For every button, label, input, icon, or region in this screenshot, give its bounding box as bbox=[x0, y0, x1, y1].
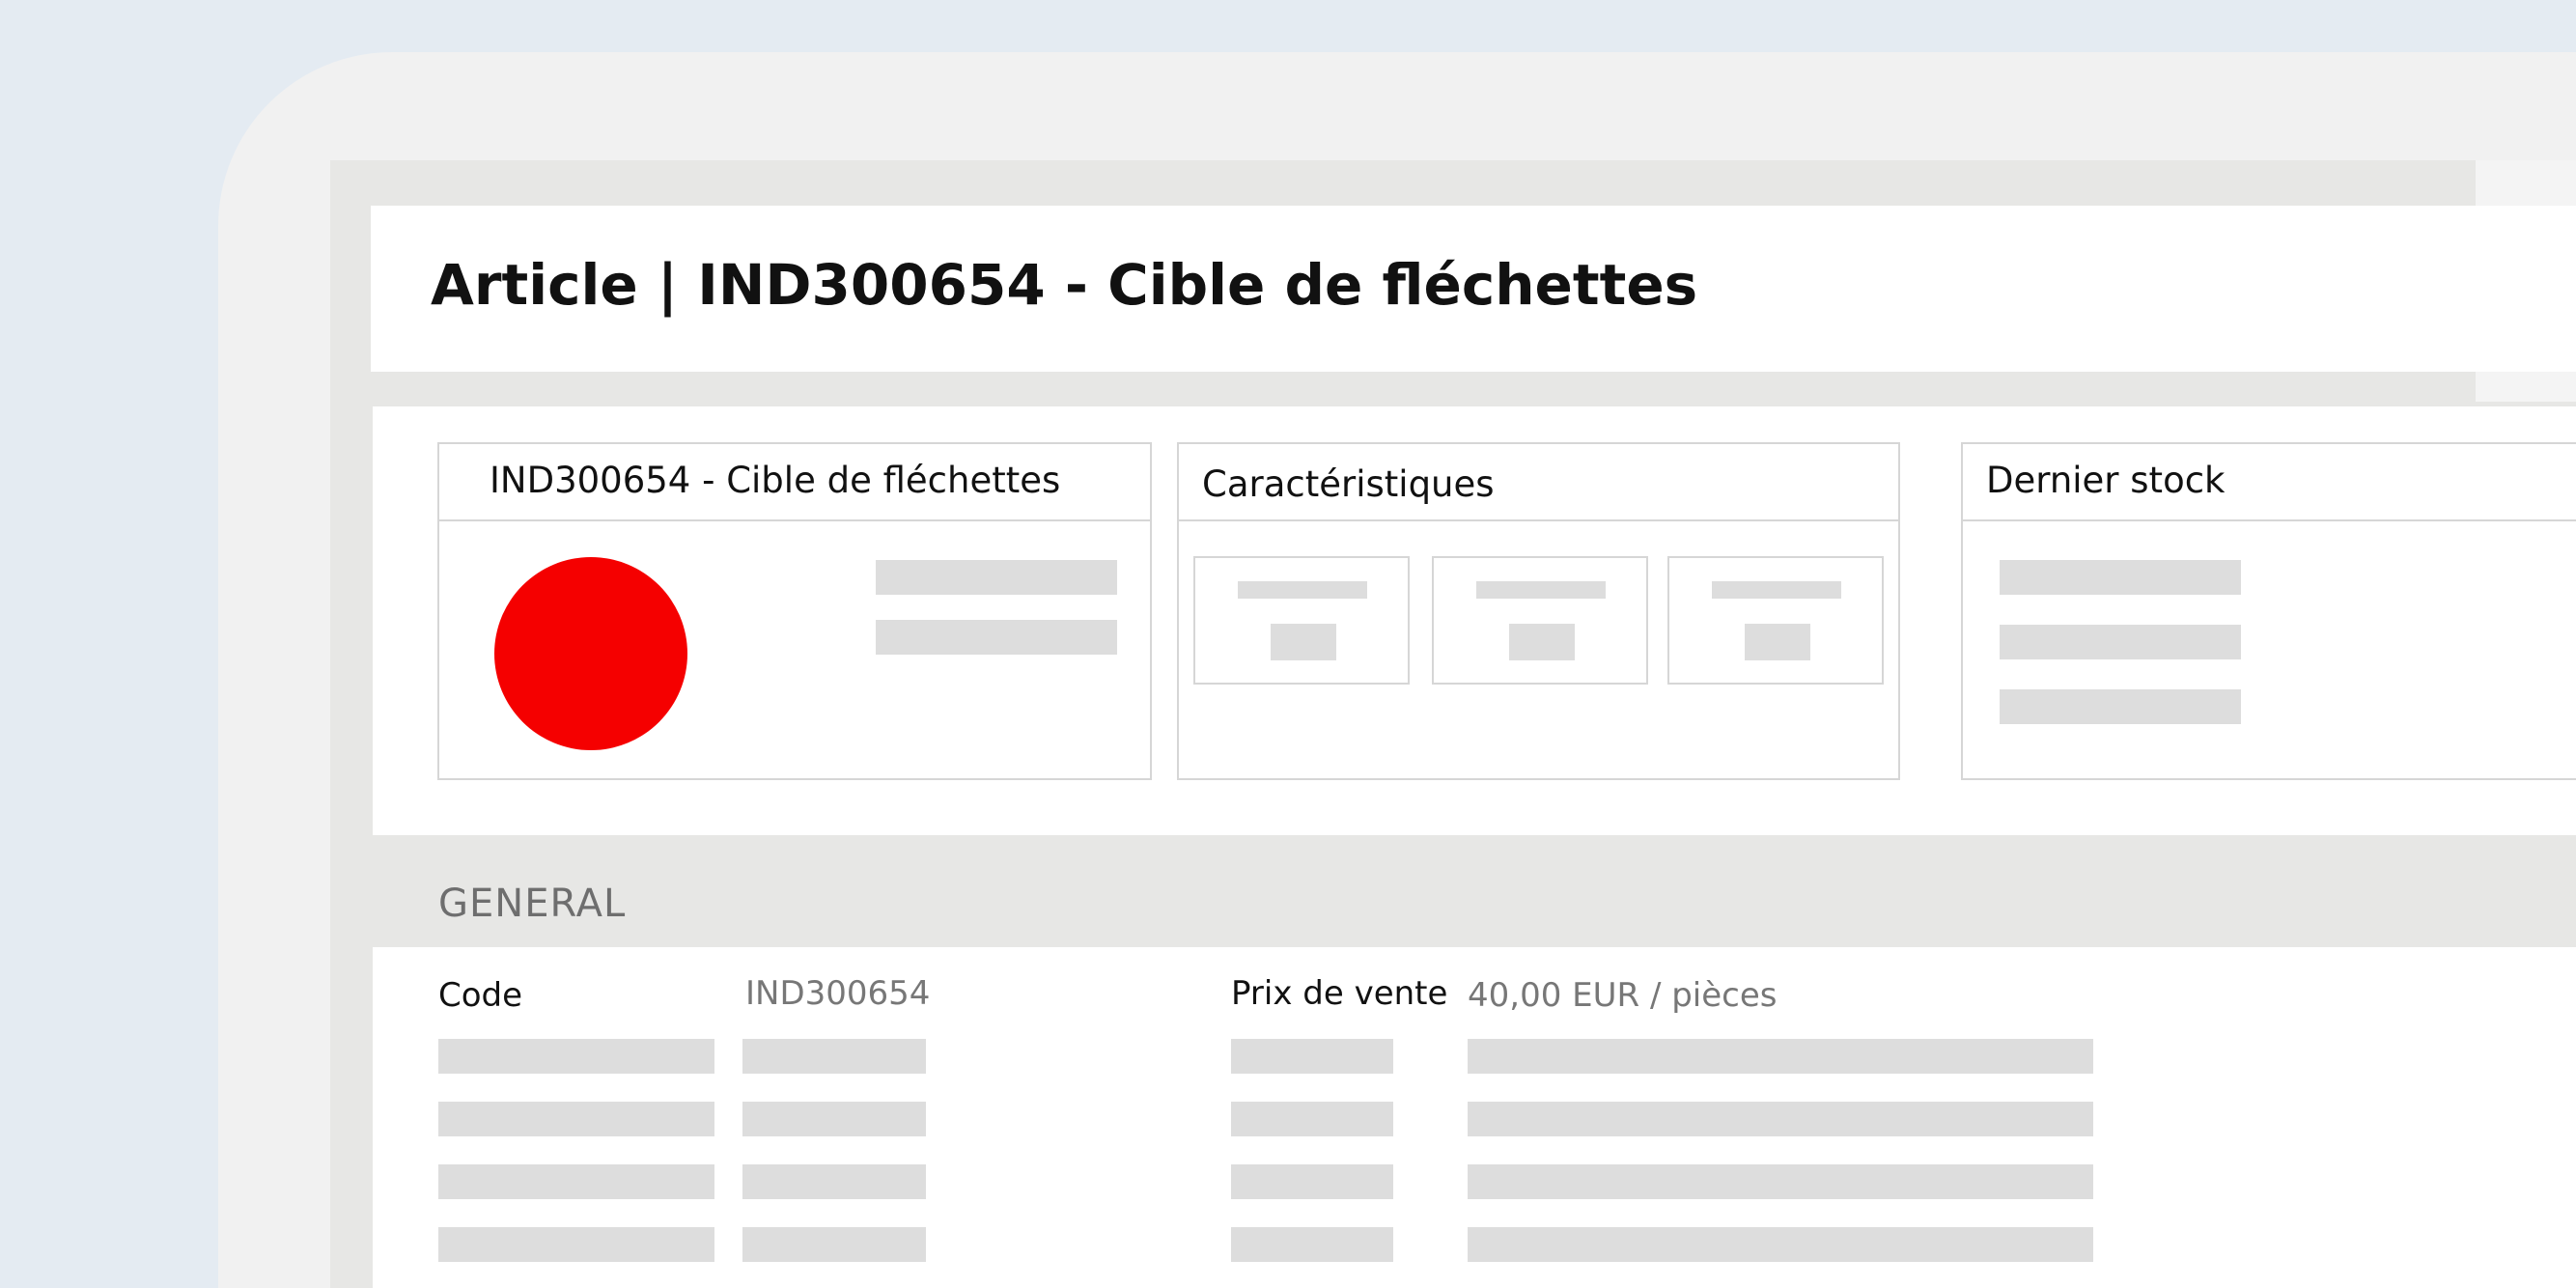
placeholder-line bbox=[2000, 560, 2241, 595]
placeholder-line bbox=[742, 1164, 926, 1199]
characteristic-tile[interactable] bbox=[1432, 556, 1648, 685]
characteristics-card: Caractéristiques bbox=[1177, 442, 1900, 780]
article-card: IND300654 - Cible de fléchettes bbox=[437, 442, 1152, 780]
placeholder-line bbox=[1468, 1164, 2093, 1199]
placeholder-line bbox=[742, 1227, 926, 1262]
page-title: Article | IND300654 - Cible de fléchette… bbox=[431, 252, 1698, 318]
general-section-header: GENERAL bbox=[373, 835, 2576, 947]
placeholder-block bbox=[1271, 624, 1336, 660]
general-details-panel: Code IND300654 Prix de vente 40,00 EUR /… bbox=[373, 947, 2576, 1288]
placeholder-line bbox=[876, 620, 1117, 655]
placeholder-line bbox=[1238, 581, 1367, 599]
stock-card-title: Dernier stock bbox=[1986, 460, 2226, 501]
placeholder-line bbox=[1231, 1102, 1393, 1136]
article-card-title: IND300654 - Cible de fléchettes bbox=[490, 460, 1061, 501]
placeholder-line bbox=[876, 560, 1117, 595]
placeholder-line bbox=[742, 1039, 926, 1074]
characteristic-tile[interactable] bbox=[1193, 556, 1410, 685]
placeholder-block bbox=[1509, 624, 1575, 660]
price-value: 40,00 EUR / pièces bbox=[1468, 976, 1778, 1015]
placeholder-line bbox=[1468, 1039, 2093, 1074]
section-title: GENERAL bbox=[438, 882, 627, 926]
page-header: Article | IND300654 - Cible de fléchette… bbox=[371, 206, 2576, 372]
placeholder-line bbox=[438, 1039, 714, 1074]
code-label: Code bbox=[438, 976, 523, 1015]
characteristic-tile[interactable] bbox=[1667, 556, 1884, 685]
stock-card: Dernier stock bbox=[1961, 442, 2576, 780]
placeholder-line bbox=[438, 1227, 714, 1262]
price-label: Prix de vente bbox=[1231, 974, 1448, 1013]
placeholder-line bbox=[1712, 581, 1841, 599]
placeholder-line bbox=[438, 1102, 714, 1136]
summary-cards-panel: IND300654 - Cible de fléchettes Caractér… bbox=[373, 406, 2576, 835]
placeholder-line bbox=[2000, 625, 2241, 659]
article-image-dartboard bbox=[494, 557, 687, 750]
placeholder-line bbox=[438, 1164, 714, 1199]
article-card-header: IND300654 - Cible de fléchettes bbox=[439, 444, 1150, 521]
placeholder-line bbox=[1468, 1102, 2093, 1136]
placeholder-line bbox=[1476, 581, 1606, 599]
characteristics-card-title: Caractéristiques bbox=[1202, 463, 1495, 505]
placeholder-block bbox=[1745, 624, 1810, 660]
placeholder-line bbox=[1231, 1227, 1393, 1262]
placeholder-line bbox=[2000, 689, 2241, 724]
placeholder-line bbox=[1468, 1227, 2093, 1262]
characteristics-card-header: Caractéristiques bbox=[1179, 444, 1898, 521]
code-value: IND300654 bbox=[745, 974, 931, 1013]
stock-card-header: Dernier stock bbox=[1963, 444, 2576, 521]
placeholder-line bbox=[1231, 1164, 1393, 1199]
placeholder-line bbox=[742, 1102, 926, 1136]
placeholder-line bbox=[1231, 1039, 1393, 1074]
